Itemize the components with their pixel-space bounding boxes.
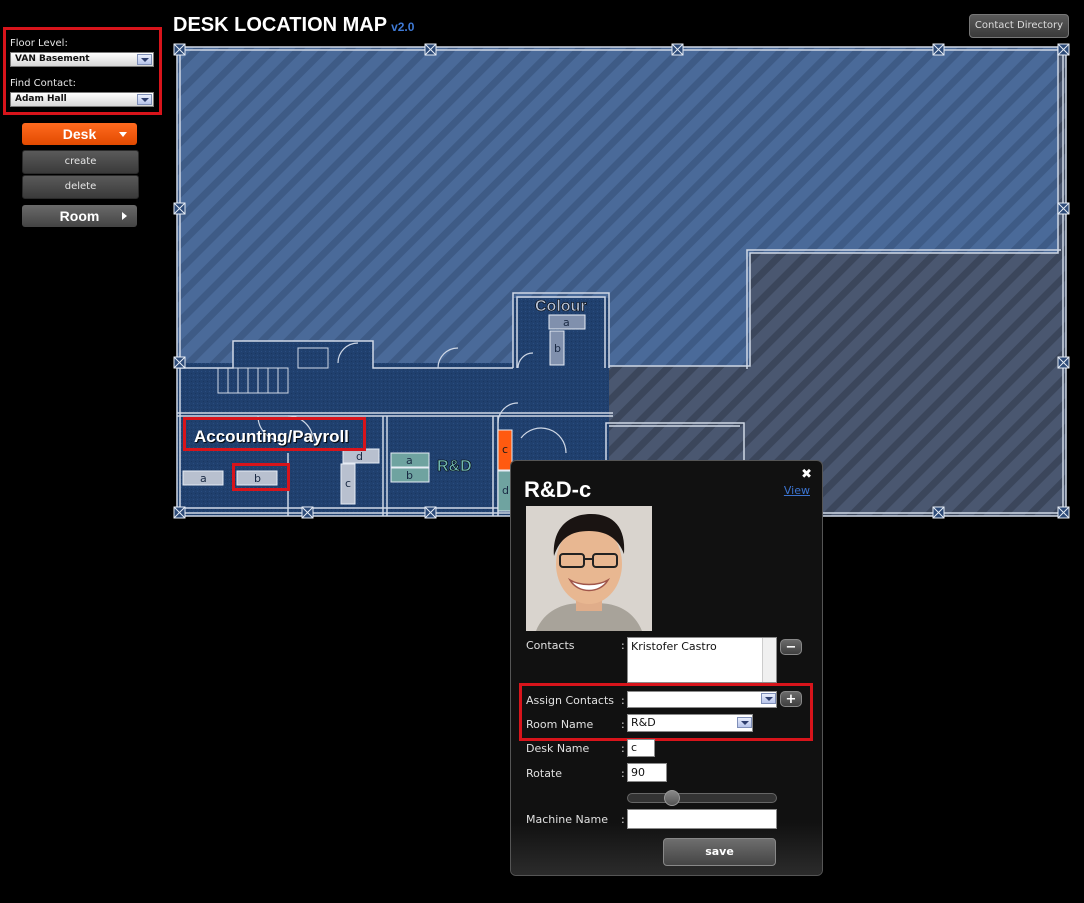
desk-rnd-a[interactable]: a	[390, 452, 430, 468]
chevron-down-icon[interactable]	[137, 94, 152, 105]
page-title-text: DESK LOCATION MAP	[173, 14, 388, 36]
desk-colour-b[interactable]: b	[549, 330, 565, 366]
version-label: v2.0	[391, 20, 415, 34]
desk-name-label: Desk Name	[526, 742, 590, 755]
room-name-select[interactable]: R&D	[627, 714, 753, 732]
desk-accounting-c[interactable]: c	[340, 463, 356, 505]
desk-label: b	[554, 342, 561, 355]
chevron-down-icon[interactable]	[760, 692, 776, 707]
desk-rnd-b[interactable]: b	[390, 467, 430, 483]
contact-directory-button[interactable]: Contact Directory	[969, 14, 1069, 38]
remove-contact-button[interactable]: −	[780, 639, 802, 655]
contacts-colon: :	[621, 639, 625, 652]
desk-colour-a[interactable]: a	[548, 314, 586, 330]
desk-name-colon: :	[621, 742, 625, 755]
find-contact-select[interactable]: Adam Hall	[10, 92, 154, 107]
find-contact-label: Find Contact:	[10, 78, 76, 89]
add-contact-button[interactable]: +	[780, 691, 802, 707]
machine-name-input[interactable]	[627, 809, 777, 829]
room-name-value: R&D	[631, 716, 656, 729]
rotate-slider[interactable]	[627, 790, 777, 806]
room-label-rnd[interactable]: R&D	[437, 458, 472, 476]
chevron-down-graphic	[761, 693, 776, 704]
desk-details-popup: R&D-c ✖ View Contacts : Kristofer Castro…	[510, 460, 823, 876]
rotate-input[interactable]: 90	[627, 763, 667, 782]
room-menu-button[interactable]: Room	[22, 205, 137, 227]
delete-desk-button[interactable]: delete	[22, 175, 139, 199]
popup-title: R&D-c	[524, 477, 592, 502]
desk-label: a	[563, 316, 570, 329]
chevron-down-graphic	[737, 717, 752, 728]
contacts-list[interactable]: Kristofer Castro	[627, 637, 777, 683]
machine-name-label: Machine Name	[526, 813, 608, 826]
floor-level-label: Floor Level:	[10, 38, 68, 49]
desk-label: a	[406, 454, 413, 467]
desk-label: a	[200, 472, 207, 485]
desk-accounting-a[interactable]: a	[182, 470, 224, 486]
save-button[interactable]: save	[663, 838, 776, 866]
chevron-down-icon[interactable]	[137, 54, 152, 65]
desk-accounting-d[interactable]: d	[342, 448, 380, 464]
contact-photo	[526, 506, 652, 631]
room-label-accounting[interactable]: Accounting/Payroll	[194, 427, 349, 447]
view-link[interactable]: View	[784, 484, 810, 497]
chevron-down-icon[interactable]	[736, 715, 752, 731]
desk-menu-label: Desk	[62, 126, 97, 142]
assign-contacts-colon: :	[621, 694, 625, 707]
room-name-colon: :	[621, 718, 625, 731]
room-label-colour[interactable]: Colour	[535, 298, 587, 316]
contacts-value: Kristofer Castro	[631, 640, 717, 653]
avatar-image	[526, 506, 652, 631]
close-icon[interactable]: ✖	[801, 467, 812, 482]
assign-contacts-select[interactable]	[627, 691, 777, 708]
room-menu-label: Room	[59, 208, 100, 224]
desk-label: d	[356, 450, 363, 463]
assign-contacts-label: Assign Contacts	[526, 694, 615, 707]
find-contact-value: Adam Hall	[15, 94, 67, 104]
machine-name-colon: :	[621, 813, 625, 826]
floor-level-select[interactable]: VAN Basement	[10, 52, 154, 67]
room-name-label: Room Name	[526, 718, 594, 731]
desk-menu-button[interactable]: Desk	[22, 123, 137, 145]
desk-b-highlight	[232, 463, 290, 491]
desk-label: c	[345, 477, 351, 490]
floor-level-value: VAN Basement	[15, 54, 90, 64]
desk-label: c	[502, 443, 508, 456]
desk-label: b	[406, 469, 413, 482]
rotate-label: Rotate	[526, 767, 563, 780]
rotate-colon: :	[621, 767, 625, 780]
page-title: DESK LOCATION MAP v2.0	[173, 14, 414, 37]
scrollbar[interactable]	[762, 638, 776, 682]
caret-right-icon	[122, 212, 127, 220]
slider-thumb[interactable]	[664, 790, 681, 806]
desk-label: d	[502, 484, 509, 497]
create-desk-button[interactable]: create	[22, 150, 139, 174]
caret-down-icon	[119, 132, 127, 137]
contacts-label: Contacts	[526, 639, 575, 652]
desk-name-input[interactable]: c	[627, 739, 655, 757]
